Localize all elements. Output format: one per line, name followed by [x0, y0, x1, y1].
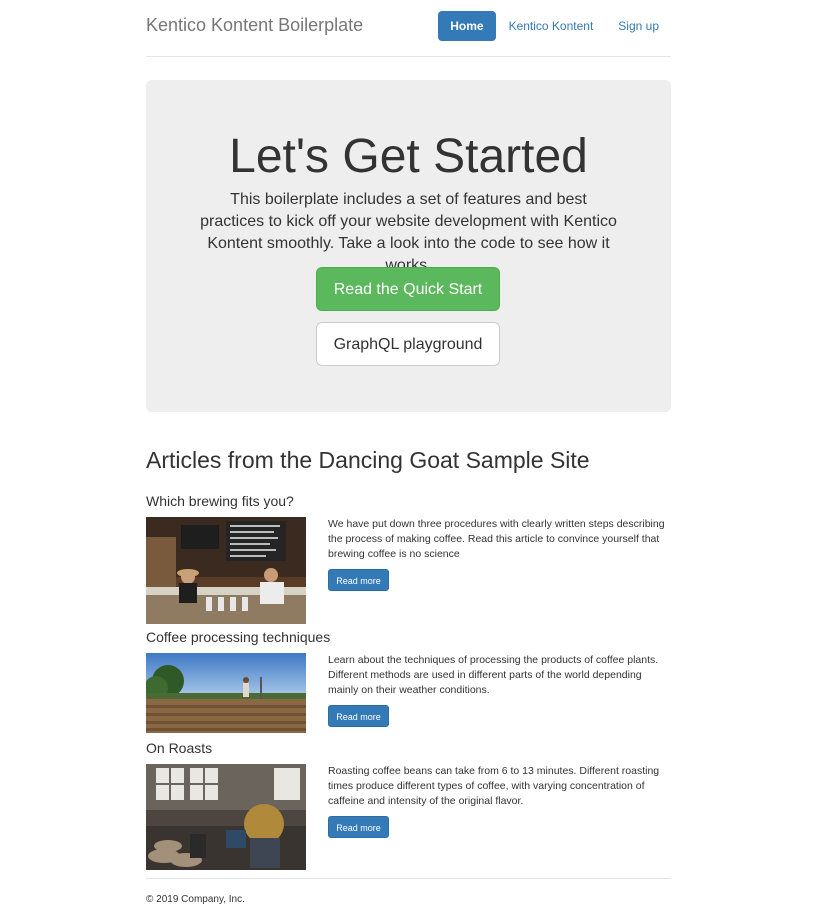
article-summary: Roasting coffee beans can take from 6 to…	[328, 765, 660, 807]
jumbotron-text: This boilerplate includes a set of featu…	[200, 191, 617, 274]
article-title[interactable]: On Roasts	[146, 740, 212, 756]
read-more-button[interactable]: Read more	[328, 816, 389, 838]
article-title[interactable]: Which brewing fits you?	[146, 493, 294, 509]
graphql-playground-button[interactable]: GraphQL playground	[316, 322, 500, 366]
footer-copyright: © 2019 Company, Inc.	[146, 894, 245, 905]
nav-home[interactable]: Home	[438, 11, 496, 41]
article-summary: Learn about the techniques of processing…	[328, 654, 659, 696]
article-image-roasts[interactable]	[146, 764, 306, 870]
main-nav: Home Kentico Kontent Sign up	[437, 11, 671, 41]
nav-kentico-kontent[interactable]: Kentico Kontent	[497, 11, 606, 41]
jumbotron: Let's Get Started This boilerplate inclu…	[146, 80, 671, 412]
read-more-button[interactable]: Read more	[328, 705, 389, 727]
article-image-brewing[interactable]	[146, 517, 306, 624]
page-container: Kentico Kontent Boilerplate Home Kentico…	[146, 0, 671, 905]
header: Kentico Kontent Boilerplate Home Kentico…	[146, 0, 671, 57]
article-image-processing[interactable]	[146, 653, 306, 733]
footer-divider	[146, 878, 671, 879]
jumbotron-title: Let's Get Started	[229, 130, 588, 183]
brand-title: Kentico Kontent Boilerplate	[146, 15, 364, 35]
read-more-button[interactable]: Read more	[328, 569, 389, 591]
read-quick-start-button[interactable]: Read the Quick Start	[316, 267, 500, 311]
articles-section-title: Articles from the Dancing Goat Sample Si…	[146, 447, 590, 473]
nav-sign-up[interactable]: Sign up	[606, 11, 671, 41]
article-title[interactable]: Coffee processing techniques	[146, 629, 330, 645]
article-summary: We have put down three procedures with c…	[328, 518, 665, 560]
